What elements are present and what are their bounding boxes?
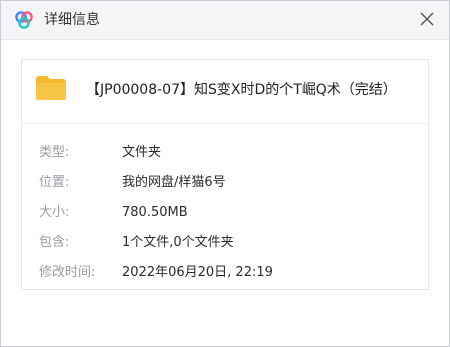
file-details-dialog: 详细信息 【JP00008-07】知S变X时D的个T崛Q术（完结） 类型: 文件… bbox=[0, 0, 450, 347]
contains-label: 包含: bbox=[39, 235, 70, 250]
location-label: 位置: bbox=[39, 175, 70, 190]
app-logo-icon bbox=[15, 11, 33, 29]
type-label: 类型: bbox=[39, 145, 70, 160]
dialog-titlebar: 详细信息 bbox=[1, 1, 449, 40]
detail-row-modified: 修改时间: 2022年06月20日, 22:19 bbox=[22, 263, 428, 283]
modified-label: 修改时间: bbox=[39, 265, 96, 280]
file-name: 【JP00008-07】知S变X时D的个T崛Q术（完结） bbox=[86, 82, 397, 98]
close-icon[interactable] bbox=[418, 10, 436, 28]
detail-row-location: 位置: 我的网盘/样猫6号 bbox=[22, 173, 428, 193]
contains-value: 1个文件,0个文件夹 bbox=[122, 235, 234, 250]
location-value: 我的网盘/样猫6号 bbox=[122, 175, 226, 190]
detail-row-size: 大小: 780.50MB bbox=[22, 203, 428, 223]
folder-icon bbox=[36, 76, 66, 100]
size-value: 780.50MB bbox=[122, 205, 188, 220]
size-label: 大小: bbox=[39, 205, 70, 220]
modified-value: 2022年06月20日, 22:19 bbox=[122, 265, 273, 280]
details-panel: 【JP00008-07】知S变X时D的个T崛Q术（完结） 类型: 文件夹 位置:… bbox=[21, 59, 429, 290]
detail-row-contains: 包含: 1个文件,0个文件夹 bbox=[22, 233, 428, 253]
type-value: 文件夹 bbox=[122, 145, 162, 160]
detail-row-type: 类型: 文件夹 bbox=[22, 143, 428, 163]
file-header: 【JP00008-07】知S变X时D的个T崛Q术（完结） bbox=[22, 60, 428, 124]
dialog-title: 详细信息 bbox=[44, 12, 100, 28]
